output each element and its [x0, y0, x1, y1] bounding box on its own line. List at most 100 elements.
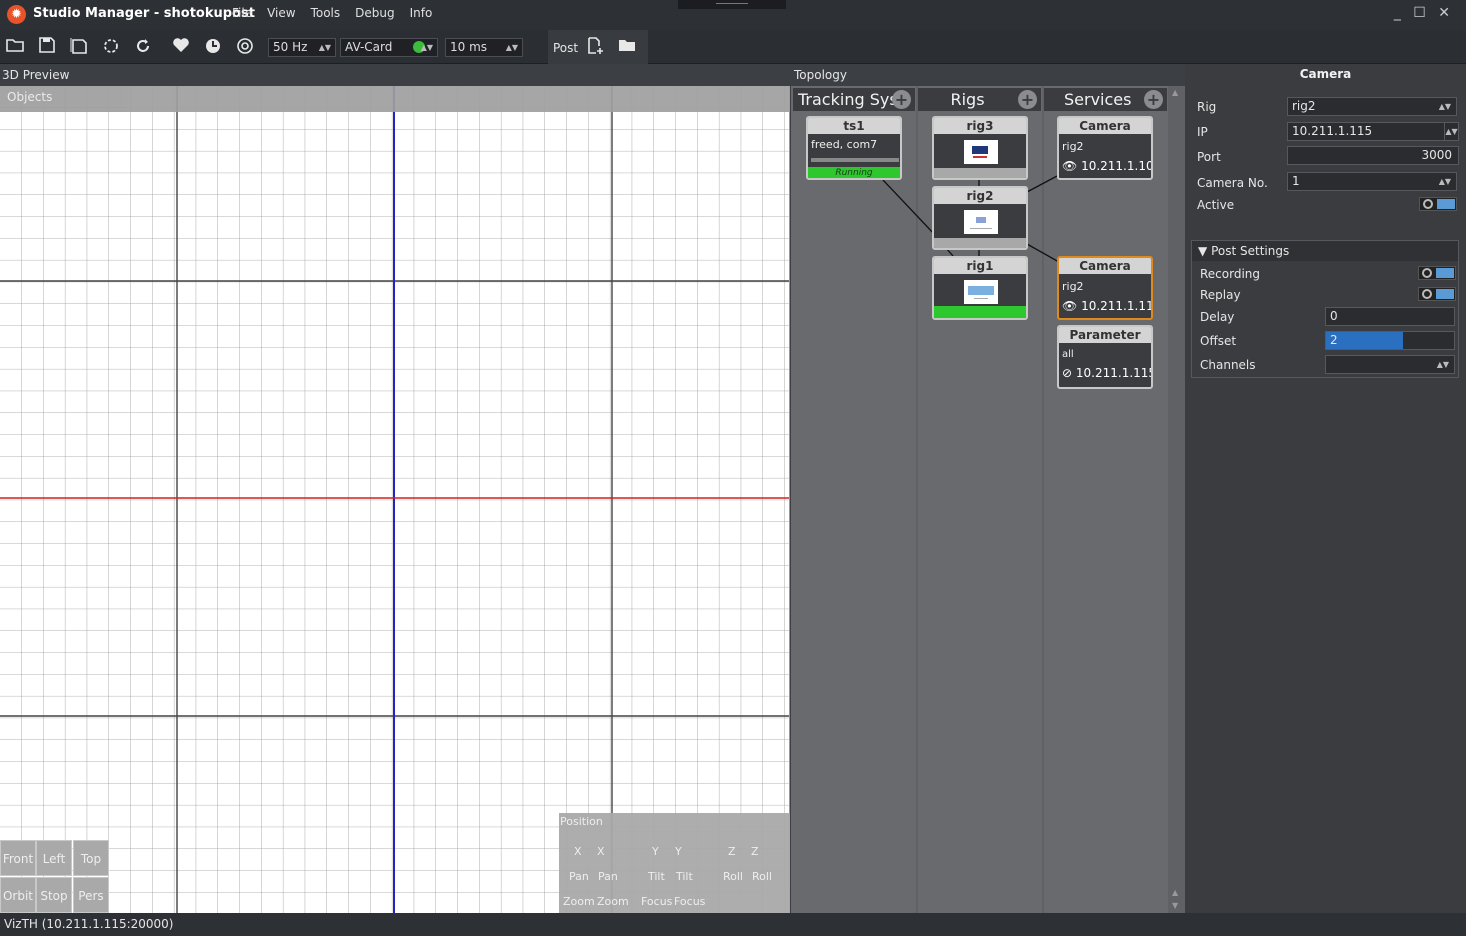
camera-no-select[interactable]: 1 ▲▼ [1287, 172, 1457, 191]
delay-field[interactable]: 0 [1325, 307, 1455, 326]
ip-label: IP [1197, 125, 1208, 139]
rig-node-rig2[interactable]: rig2 [932, 186, 1028, 250]
roll-label: Roll [723, 870, 743, 883]
topology-scrollbar[interactable]: ▲ ▲ ▼ [1168, 86, 1185, 913]
properties-panel: Camera Rig rig2 ▲▼ IP 10.211.1.115 ▲▼ Port… [1185, 64, 1466, 913]
y-value: Y [675, 845, 682, 858]
view-front-button[interactable]: Front [0, 840, 36, 876]
rig-node-rig1[interactable]: rig1 [932, 256, 1028, 320]
tilt-value: Tilt [676, 870, 693, 883]
service-node-camera-1[interactable]: Camera rig2 👁 10.211.1.106: [1057, 116, 1153, 180]
roll-value: Roll [752, 870, 772, 883]
app-logo-icon: ✹ [7, 5, 26, 24]
replay-label: Replay [1200, 288, 1241, 302]
recording-label: Recording [1200, 267, 1261, 281]
node-text: freed, com7 [811, 138, 878, 151]
menu-file[interactable]: File [232, 6, 252, 20]
window-controls[interactable]: _ ☐ ✕ [1394, 5, 1454, 21]
node-title: ts1 [808, 118, 900, 134]
rig-select[interactable]: rig2 ▲▼ [1287, 97, 1457, 116]
menu-bar: File View Tools Debug Info [232, 6, 447, 20]
new-file-icon[interactable] [585, 37, 605, 57]
node-title: Camera [1059, 118, 1151, 134]
active-label: Active [1197, 198, 1235, 212]
x-label: X [574, 845, 582, 858]
pan-value: Pan [598, 870, 618, 883]
zoom-label: Zoom [563, 895, 595, 908]
offset-slider[interactable]: 2 [1325, 331, 1455, 350]
focus-label: Focus [641, 895, 673, 908]
ip-field[interactable]: 10.211.1.115 ▲▼ [1287, 122, 1459, 141]
stop-button[interactable]: Stop [36, 877, 72, 913]
refresh-icon[interactable] [133, 37, 153, 57]
latency-select[interactable]: 10 ms ▲▼ [445, 38, 523, 57]
node-title: Camera [1059, 258, 1151, 274]
active-toggle[interactable] [1419, 197, 1457, 211]
menu-view[interactable]: View [267, 6, 295, 20]
clock-icon[interactable] [203, 37, 223, 57]
rig-thumbnail [964, 210, 998, 234]
service-node-parameter[interactable]: Parameter all ⊘ 10.211.1.115: [1057, 325, 1153, 389]
z-label: Z [728, 845, 736, 858]
post-settings-group: ▼ Post Settings Recording Replay Delay 0… [1191, 240, 1459, 378]
objects-bar[interactable]: Objects [0, 86, 790, 112]
rig-thumbnail [964, 140, 998, 164]
rate-select[interactable]: 50 Hz ▲▼ [268, 38, 336, 57]
node-text: rig2 [1062, 140, 1084, 153]
post-group: Post [548, 30, 648, 64]
open-folder-post-icon[interactable] [617, 37, 637, 57]
eye-icon[interactable]: 👁 [1062, 159, 1077, 173]
tracking-node-ts1[interactable]: ts1 freed, com7 Running [806, 116, 902, 180]
orbit-button[interactable]: Orbit [0, 877, 36, 913]
drag-handle[interactable] [678, 0, 786, 9]
title-bar: ✹ Studio Manager - shotokupost File View… [0, 0, 1466, 30]
save-all-icon[interactable] [69, 37, 89, 57]
z-value: Z [751, 845, 759, 858]
topology-panel: Tracking Sys + Rigs + Services + ts1 fre… [791, 86, 1185, 913]
view-top-button[interactable]: Top [73, 840, 109, 876]
properties-title: Camera [1299, 67, 1352, 81]
scroll-up-icon-bottom[interactable]: ▲ [1172, 888, 1178, 897]
focus-value: Focus [674, 895, 706, 908]
eye-off-icon[interactable]: ⊘ [1062, 366, 1072, 380]
perspective-button[interactable]: Pers [73, 877, 109, 913]
collapse-icon[interactable]: ▼ [1198, 244, 1207, 258]
open-folder-icon[interactable] [5, 37, 25, 57]
rig-node-rig3[interactable]: rig3 [932, 116, 1028, 180]
position-label: Position [560, 815, 603, 828]
reload-icon[interactable] [101, 37, 121, 57]
node-text: rig2 [1062, 280, 1084, 293]
device-select[interactable]: AV-Card ▲▼ [340, 38, 438, 57]
replay-toggle[interactable] [1418, 287, 1456, 301]
delay-label: Delay [1200, 310, 1235, 324]
port-label: Port [1197, 150, 1221, 164]
preview-grid [0, 86, 789, 913]
target-icon[interactable] [235, 37, 255, 57]
3d-preview-viewport[interactable] [0, 86, 790, 913]
port-field[interactable]: 3000 [1287, 146, 1459, 165]
post-settings-header[interactable]: ▼ Post Settings [1192, 241, 1458, 261]
menu-info[interactable]: Info [410, 6, 433, 20]
node-title: rig3 [934, 118, 1026, 134]
service-node-camera-2[interactable]: Camera rig2 👁 10.211.1.115: [1057, 256, 1153, 320]
recording-toggle[interactable] [1418, 266, 1456, 280]
rig-thumbnail [964, 280, 998, 304]
save-icon[interactable] [37, 37, 57, 57]
tilt-label: Tilt [648, 870, 665, 883]
y-label: Y [652, 845, 659, 858]
zoom-value: Zoom [597, 895, 629, 908]
heart-icon[interactable] [171, 37, 191, 57]
eye-icon[interactable]: 👁 [1062, 299, 1077, 313]
view-left-button[interactable]: Left [36, 840, 72, 876]
menu-tools[interactable]: Tools [311, 6, 341, 20]
node-title: rig1 [934, 258, 1026, 274]
node-title: Parameter [1059, 327, 1151, 343]
post-label: Post [553, 41, 579, 55]
scroll-up-icon[interactable]: ▲ [1172, 88, 1178, 97]
node-ip: ⊘ 10.211.1.115: [1062, 366, 1153, 380]
menu-debug[interactable]: Debug [355, 6, 394, 20]
node-title: rig2 [934, 188, 1026, 204]
channels-select[interactable]: ▲▼ [1325, 355, 1455, 374]
scroll-down-icon[interactable]: ▼ [1172, 901, 1178, 910]
node-separator [811, 158, 899, 162]
